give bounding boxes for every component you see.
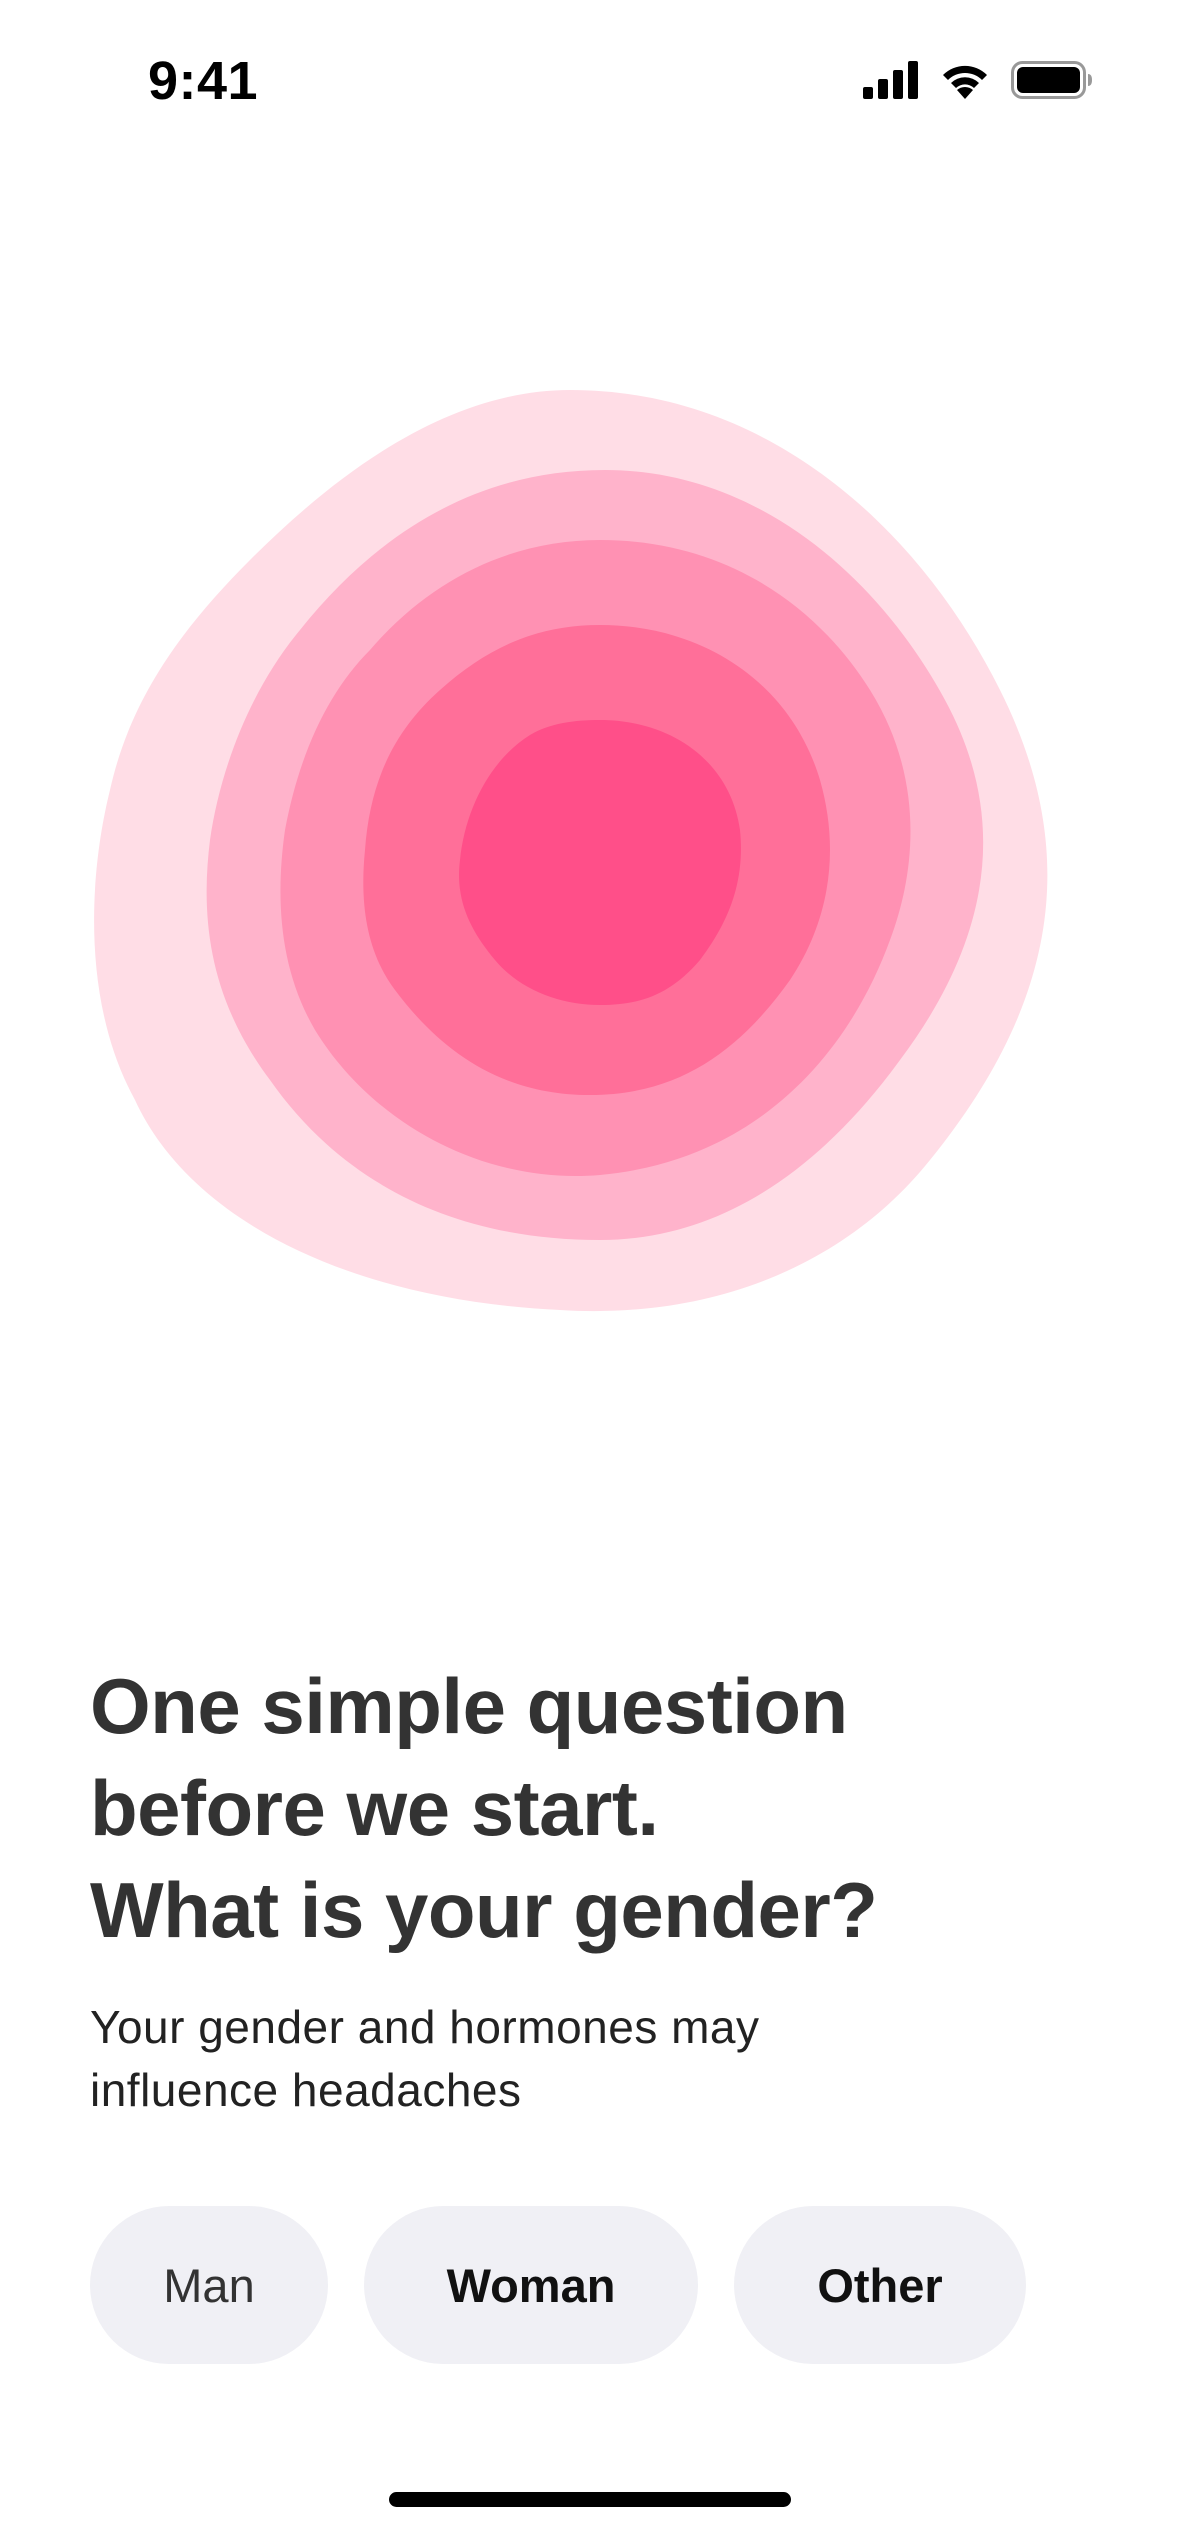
subtitle-line: influence headaches bbox=[90, 2064, 522, 2116]
status-time: 9:41 bbox=[148, 51, 259, 111]
home-indicator[interactable] bbox=[389, 2492, 791, 2507]
question-subtitle: Your gender and hormones may influence h… bbox=[90, 1996, 990, 2122]
wifi-icon bbox=[943, 65, 987, 99]
status-icons bbox=[863, 55, 1093, 105]
gender-options: Man Woman Other bbox=[90, 2206, 1026, 2364]
subtitle-line: Your gender and hormones may bbox=[90, 2001, 760, 2053]
man-button[interactable]: Man bbox=[90, 2206, 328, 2364]
heading-line: What is your gender? bbox=[90, 1866, 878, 1954]
concentric-pink-blob bbox=[94, 390, 1048, 1312]
woman-button[interactable]: Woman bbox=[364, 2206, 698, 2364]
heading-line: One simple question bbox=[90, 1662, 848, 1750]
other-button[interactable]: Other bbox=[734, 2206, 1026, 2364]
question-heading: One simple question before we start. Wha… bbox=[90, 1655, 1090, 1961]
heading-line: before we start. bbox=[90, 1764, 659, 1852]
cellular-signal-icon bbox=[863, 61, 918, 99]
battery-icon bbox=[1011, 61, 1092, 99]
status-bar: 9:41 bbox=[0, 0, 1179, 150]
